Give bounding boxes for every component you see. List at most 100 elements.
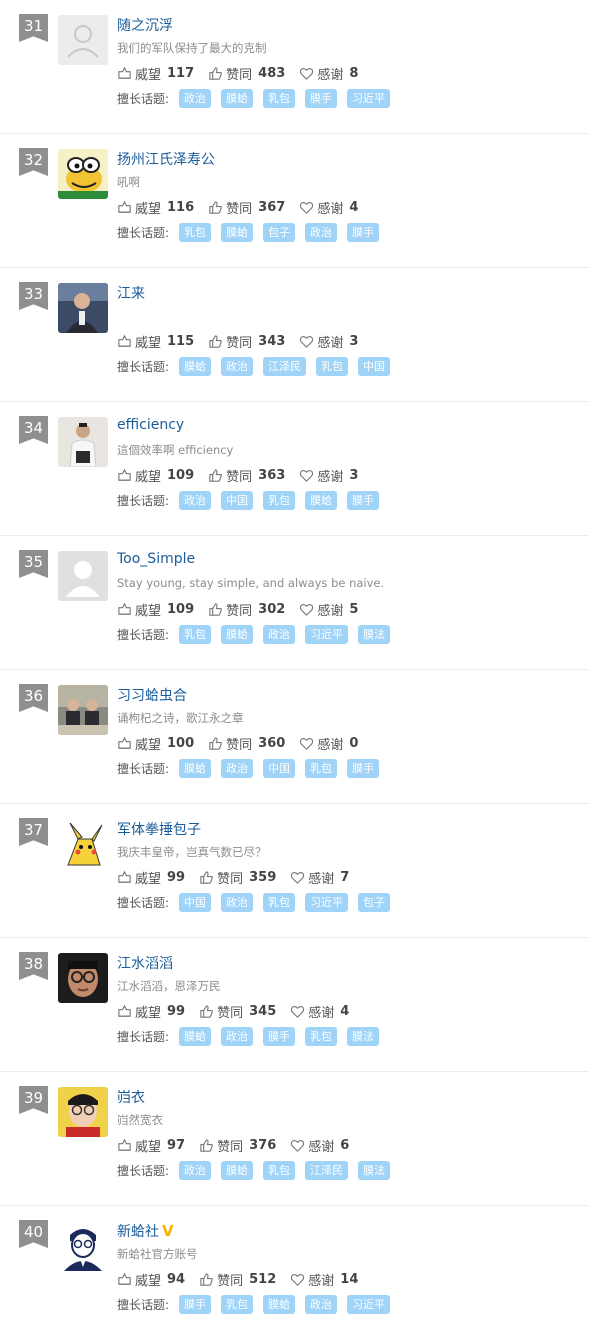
topics-label: 擅长话题:	[117, 762, 170, 776]
topic-tag[interactable]: 包子	[263, 223, 296, 242]
topic-tag[interactable]: 习近平	[305, 893, 349, 912]
topic-tag[interactable]: 膜蛤	[179, 1027, 212, 1046]
avatar[interactable]	[58, 551, 108, 601]
topic-tag[interactable]: 乳包	[179, 223, 212, 242]
topic-tag[interactable]: 包子	[358, 893, 391, 912]
topic-tag[interactable]: 中国	[221, 491, 254, 510]
topic-tag[interactable]: 政治	[221, 759, 254, 778]
topics-row: 擅长话题: 政治 中国 乳包 膜蛤 膜手	[117, 491, 389, 510]
topic-tag[interactable]: 政治	[221, 357, 254, 376]
topic-tag[interactable]: 乳包	[263, 491, 296, 510]
user-name-link[interactable]: 江来	[117, 283, 145, 303]
topic-tag[interactable]: 膜手	[347, 491, 380, 510]
topics-label: 擅长话题:	[117, 1164, 170, 1178]
agree-stat-label: 赞同	[226, 68, 253, 83]
avatar[interactable]	[58, 283, 108, 333]
topic-tag[interactable]: 中国	[263, 759, 296, 778]
topic-tag[interactable]: 膜法	[358, 1161, 391, 1180]
topic-tag[interactable]: 政治	[179, 491, 212, 510]
topic-tag[interactable]: 江泽民	[263, 357, 307, 376]
topic-tag[interactable]: 政治	[179, 89, 212, 108]
topic-tag[interactable]: 膜蛤	[221, 223, 254, 242]
user-name[interactable]: 习习蛤虫合	[117, 688, 187, 704]
user-name[interactable]: 江来	[117, 286, 145, 302]
topic-tag[interactable]: 政治	[305, 223, 338, 242]
avatar[interactable]	[58, 953, 108, 1003]
user-name[interactable]: 江水滔滔	[117, 956, 173, 972]
topic-tag[interactable]: 膜蛤	[221, 1161, 254, 1180]
avatar[interactable]	[58, 819, 108, 869]
avatar[interactable]	[58, 417, 108, 467]
avatar[interactable]	[58, 685, 108, 735]
topic-tag[interactable]: 膜手	[347, 223, 380, 242]
user-name-link[interactable]: 习习蛤虫合	[117, 685, 187, 705]
user-name-link[interactable]: 江水滔滔	[117, 953, 173, 973]
user-stats: 威望 94 赞同 512 感谢 14	[117, 1270, 372, 1289]
topics-row: 擅长话题: 政治 膜蛤 乳包 膜手 习近平	[117, 89, 400, 108]
topic-tag[interactable]: 膜手	[263, 1027, 296, 1046]
topic-tag[interactable]: 政治	[221, 893, 254, 912]
topic-tag[interactable]: 乳包	[316, 357, 349, 376]
prestige-stat-label: 威望	[135, 470, 162, 485]
topic-tag[interactable]: 政治	[221, 1027, 254, 1046]
thanks-stat-value: 14	[340, 1272, 359, 1287]
user-name-link[interactable]: Too_Simple	[117, 551, 195, 567]
avatar[interactable]	[58, 1221, 108, 1271]
list-item: 36 习习蛤虫合 诵枸杞之诗，歌江永之章 威望 100 赞同 360 感谢 0 擅长话题: 膜蛤 政治…	[0, 670, 589, 804]
topic-tag[interactable]: 习近平	[305, 625, 349, 644]
topic-tag[interactable]: 乳包	[305, 759, 338, 778]
topic-tag[interactable]: 习近平	[347, 89, 391, 108]
user-name-link[interactable]: 随之沉浮	[117, 15, 173, 35]
topic-tag[interactable]: 膜蛤	[179, 357, 212, 376]
user-name[interactable]: Too_Simple	[117, 551, 195, 567]
thanks-stat-value: 4	[349, 200, 359, 215]
topic-tag[interactable]: 政治	[263, 625, 296, 644]
user-bio: 岿然宽衣	[117, 1113, 163, 1127]
user-name-link[interactable]: 岿衣	[117, 1087, 145, 1107]
topic-tag[interactable]: 江泽民	[305, 1161, 349, 1180]
topic-tag[interactable]: 政治	[179, 1161, 212, 1180]
user-name-link[interactable]: efficiency	[117, 417, 184, 433]
user-name[interactable]: 军体拳捶包子	[117, 822, 201, 838]
thanks-stat-label: 感谢	[317, 604, 344, 619]
avatar[interactable]	[58, 1087, 108, 1137]
topic-tag[interactable]: 乳包	[263, 89, 296, 108]
topic-tag[interactable]: 膜法	[347, 1027, 380, 1046]
topic-tag[interactable]: 中国	[358, 357, 391, 376]
user-name-link[interactable]: 扬州江氏泽寿公	[117, 149, 215, 169]
topic-tag[interactable]: 中国	[179, 893, 212, 912]
topic-tag[interactable]: 习近平	[347, 1295, 391, 1314]
topic-tag[interactable]: 乳包	[179, 625, 212, 644]
prestige-stat-label: 威望	[135, 738, 162, 753]
topic-tag[interactable]: 膜手	[347, 759, 380, 778]
prestige-icon	[117, 1138, 135, 1153]
topic-tag[interactable]: 膜法	[358, 625, 391, 644]
topic-tag[interactable]: 乳包	[221, 1295, 254, 1314]
topic-tag[interactable]: 膜蛤	[263, 1295, 296, 1314]
topic-tag[interactable]: 乳包	[305, 1027, 338, 1046]
topic-tag[interactable]: 膜手	[179, 1295, 212, 1314]
thumbs-up-icon	[208, 468, 226, 483]
topic-tag[interactable]: 膜蛤	[179, 759, 212, 778]
user-name[interactable]: 新蛤社	[117, 1224, 159, 1240]
topic-tag[interactable]: 乳包	[263, 1161, 296, 1180]
user-name[interactable]: 随之沉浮	[117, 18, 173, 34]
topic-tag[interactable]: 膜蛤	[221, 625, 254, 644]
topic-tag[interactable]: 乳包	[263, 893, 296, 912]
topic-tag[interactable]: 膜蛤	[305, 491, 338, 510]
user-name[interactable]: efficiency	[117, 417, 184, 433]
user-name[interactable]: 扬州江氏泽寿公	[117, 152, 215, 168]
user-name[interactable]: 岿衣	[117, 1090, 145, 1106]
list-item: 33 江来 威望 115 赞同 343 感谢 3 擅长话题: 膜蛤 政治 江泽民 乳包 中国	[0, 268, 589, 402]
topic-tag[interactable]: 膜手	[305, 89, 338, 108]
user-name-link[interactable]: 新蛤社 V	[117, 1221, 174, 1241]
avatar[interactable]	[58, 149, 108, 199]
topic-tag[interactable]: 政治	[305, 1295, 338, 1314]
avatar[interactable]	[58, 15, 108, 65]
prestige-stat: 威望 116	[117, 198, 194, 217]
list-item: 38 江水滔滔 江水滔滔，恩泽万民 威望 99 赞同 345 感谢 4 擅长话题: 膜蛤 政治 膜手 乳包…	[0, 938, 589, 1072]
rank-badge: 40	[19, 1220, 48, 1248]
topic-tag[interactable]: 膜蛤	[221, 89, 254, 108]
user-name-link[interactable]: 军体拳捶包子	[117, 819, 201, 839]
agree-stat-value: 512	[249, 1272, 277, 1287]
